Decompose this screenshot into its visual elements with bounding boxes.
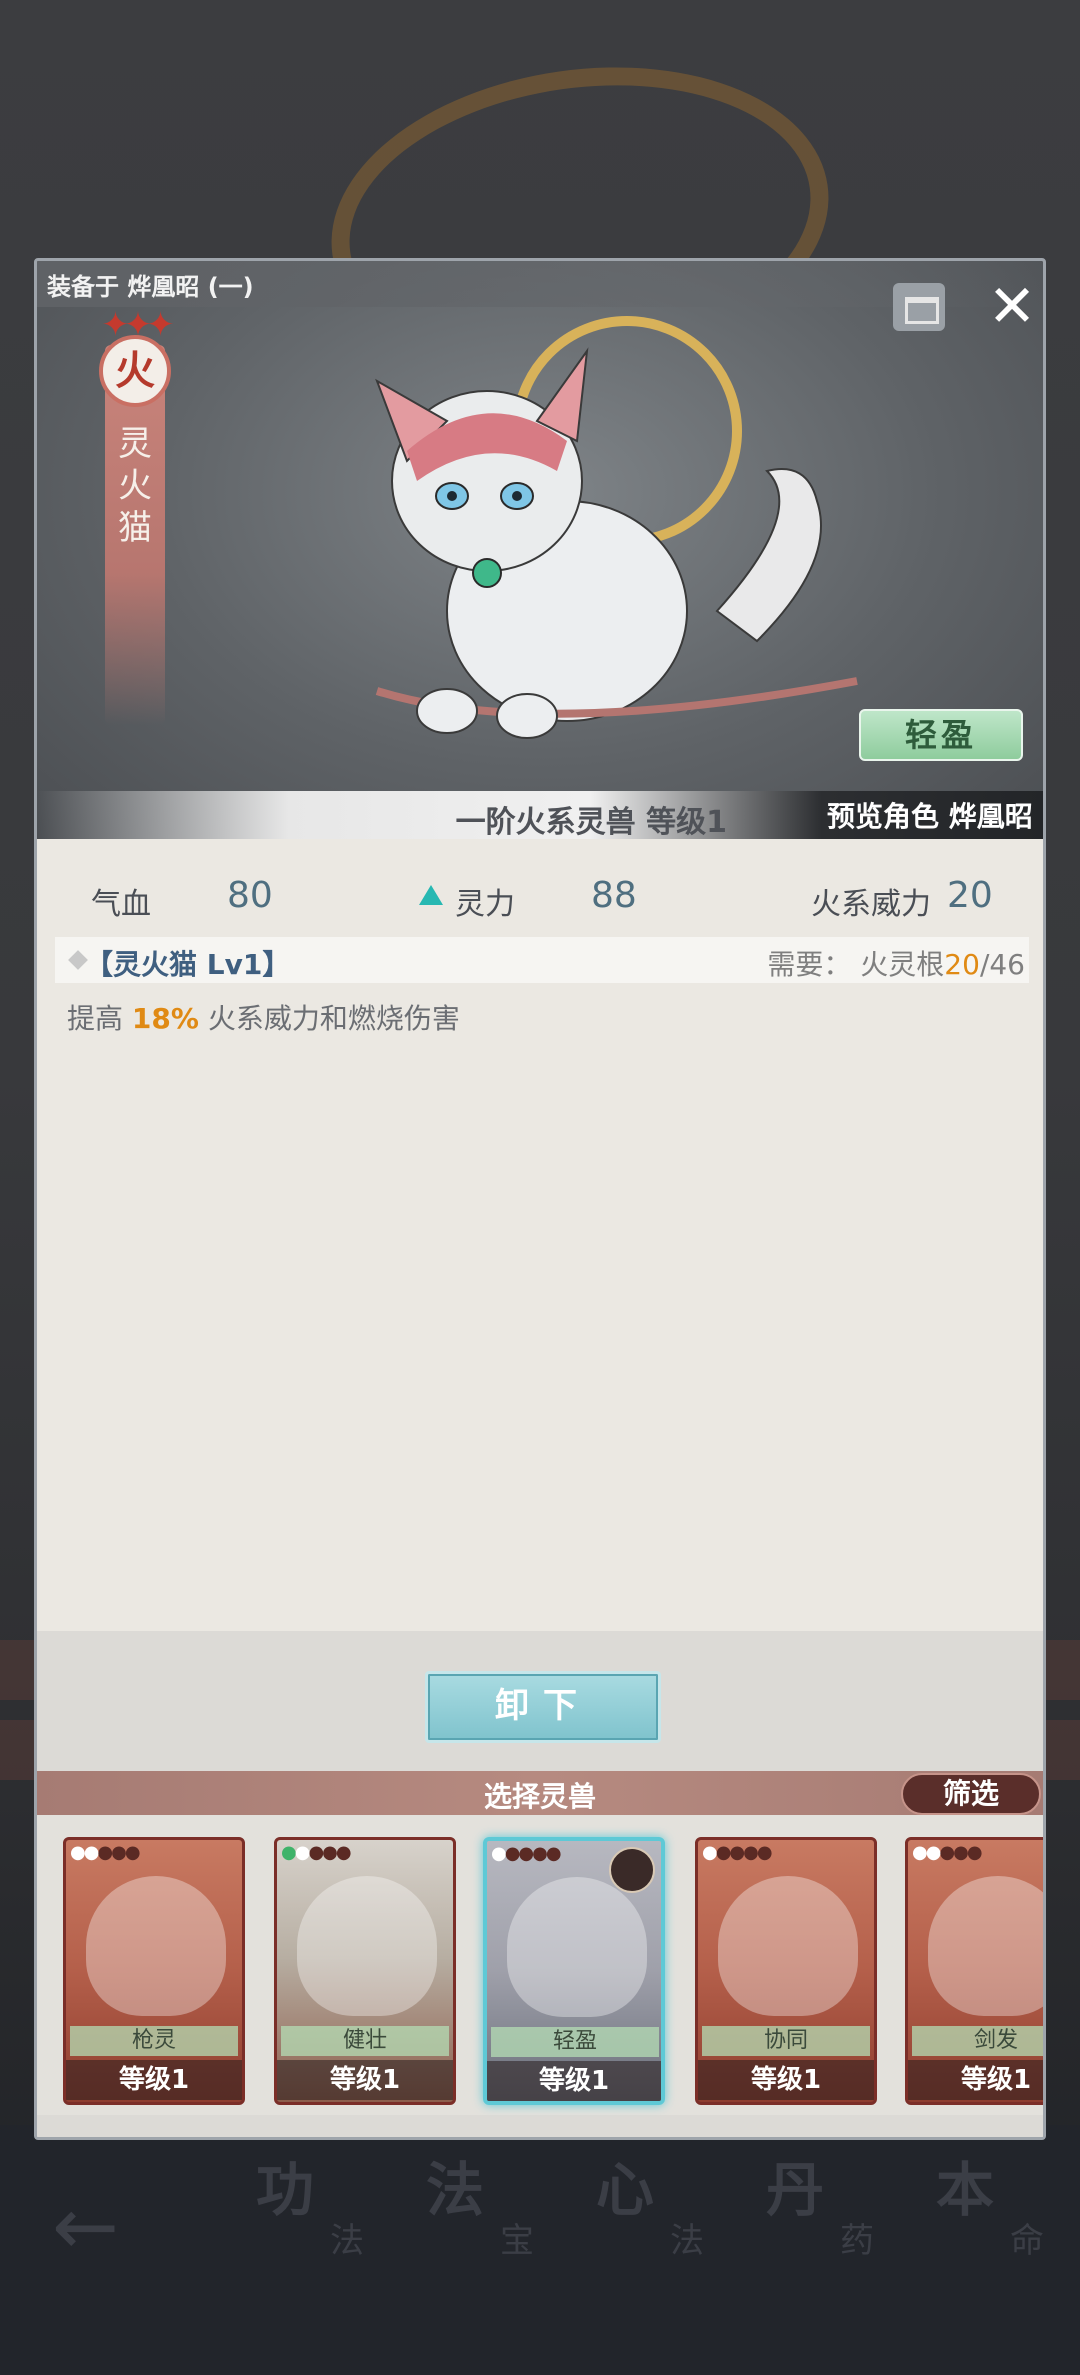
skill-description: 提高 18% 火系威力和燃烧伤害 (67, 997, 460, 1037)
preview-character-label[interactable]: 预览角色 烨凰昭 (827, 795, 1033, 835)
rarity-paw-icon: ●●●●● (912, 1842, 983, 1863)
beast-card-level: 等级1 (487, 2061, 661, 2101)
beast-card-name: 剑发 (912, 2026, 1043, 2056)
spirit-label: 灵力 (455, 887, 515, 922)
nav-item-gongfa[interactable]: 功 法 (200, 2125, 370, 2285)
desc-prefix: 提高 (67, 1002, 132, 1035)
beast-card-level: 等级1 (66, 2060, 242, 2100)
nav-item-xinfa[interactable]: 心 法 (540, 2125, 710, 2285)
nav-item-fabao[interactable]: 法 宝 (370, 2125, 540, 2285)
beast-card-name: 枪灵 (70, 2026, 238, 2056)
beast-thumbnail (86, 1876, 226, 2016)
beast-card-name: 轻盈 (491, 2027, 659, 2057)
close-icon[interactable]: ✕ (977, 271, 1043, 341)
fire-element-icon: 火 (99, 335, 171, 407)
nav-item-danyao[interactable]: 丹 药 (710, 2125, 880, 2285)
rarity-paw-icon: ●●●●● (281, 1842, 352, 1863)
filter-button[interactable]: 筛选 (901, 1773, 1041, 1815)
hp-label: 气血 (91, 887, 151, 922)
beast-name-vertical: 灵火猫 (118, 424, 152, 548)
select-beast-title: 选择灵兽 (483, 1780, 596, 1813)
skill-requirement: 需要： 火灵根20/46 (767, 943, 1025, 983)
rarity-paw-icon: ●●●●● (702, 1842, 773, 1863)
equipped-character-avatar (609, 1847, 655, 1893)
fire-power-label: 火系威力 (811, 887, 931, 922)
beast-card-level: 等级1 (698, 2060, 874, 2100)
beast-thumbnail (507, 1877, 647, 2017)
need-item: 火灵根 (860, 948, 945, 981)
beast-card-level: 等级1 (908, 2060, 1043, 2100)
save-icon[interactable] (893, 283, 945, 331)
rarity-paw-icon: ●●●●● (70, 1842, 141, 1863)
spirit-cat-illustration (375, 316, 858, 739)
beast-card-name: 协同 (702, 2026, 870, 2056)
hp-value: 80 (227, 875, 273, 916)
skill-header: 【灵火猫 Lv1】 需要： 火灵根20/46 (55, 937, 1029, 983)
element-banner: ✦✦✦ 火 灵火猫 (89, 305, 179, 735)
nav-item-benming[interactable]: 本 命 (880, 2125, 1050, 2285)
bottom-nav: 功 法 法 宝 心 法 丹 药 本 命 (0, 2125, 1080, 2375)
tier-level-label: 一阶火系灵兽 等级1 (455, 805, 727, 840)
need-current: 20 (944, 948, 980, 981)
skill-name: 【灵火猫 Lv1】 (85, 948, 291, 981)
trait-button[interactable]: 轻盈 (859, 709, 1023, 761)
desc-suffix: 火系威力和燃烧伤害 (198, 1002, 460, 1035)
beast-card[interactable]: ●●●●● 健壮 等级1 (274, 1837, 456, 2105)
beast-thumbnail (718, 1876, 858, 2016)
fire-power-value: 20 (947, 875, 993, 916)
unequip-button[interactable]: 卸下 (425, 1671, 661, 1743)
rarity-paw-icon: ●●●●● (491, 1843, 562, 1864)
spirit-beast-dialog: 装备于 烨凰昭 (一) ✕ ✦✦✦ 火 灵火猫 轻盈 一阶火系灵兽 等级1 预览… (34, 258, 1046, 2140)
spirit-value: 88 (591, 875, 637, 916)
need-label: 需要： (767, 948, 852, 981)
beast-card-selected[interactable]: ●●●●● 轻盈 等级1 (483, 1837, 665, 2105)
back-arrow-icon[interactable]: ← (52, 2180, 119, 2273)
beast-portrait-area: 装备于 烨凰昭 (一) ✕ ✦✦✦ 火 灵火猫 轻盈 一阶火系灵兽 等级1 预览… (37, 261, 1043, 840)
beast-card[interactable]: ●●●●● 剑发 等级1 (905, 1837, 1043, 2105)
beast-thumbnail (297, 1876, 437, 2016)
spirit-up-icon (419, 885, 443, 905)
beast-card[interactable]: ●●●●● 枪灵 等级1 (63, 1837, 245, 2105)
beast-card[interactable]: ●●●●● 协同 等级1 (695, 1837, 877, 2105)
beast-card-level: 等级1 (277, 2060, 453, 2100)
beast-card-name: 健壮 (281, 2026, 449, 2056)
equipped-on-label: 装备于 烨凰昭 (一) (47, 273, 254, 301)
desc-percent: 18% (131, 1002, 199, 1035)
beast-thumbnail (928, 1876, 1043, 2016)
need-total: /46 (979, 948, 1025, 981)
